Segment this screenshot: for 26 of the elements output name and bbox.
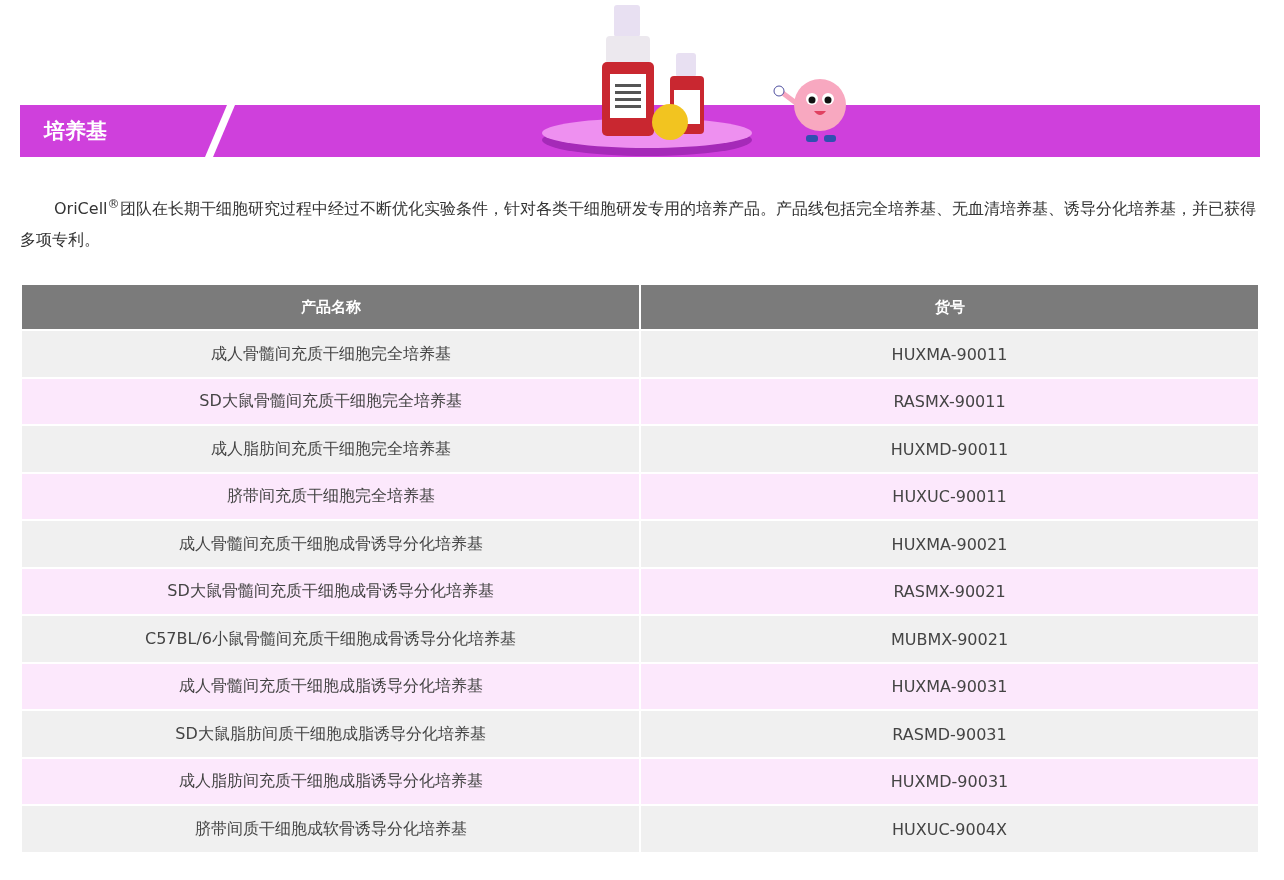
table-cell: RASMX-90011 xyxy=(641,378,1258,425)
table-cell: HUXMA-90021 xyxy=(641,521,1258,567)
table-cell: SD大鼠脂肪间质干细胞成脂诱导分化培养基 xyxy=(22,711,639,757)
table-cell: SD大鼠骨髓间充质干细胞完全培养基 xyxy=(22,378,639,425)
table-cell: HUXMA-90031 xyxy=(641,663,1258,710)
table-cell: 成人骨髓间充质干细胞成脂诱导分化培养基 xyxy=(22,663,639,710)
table-cell: HUXMD-90011 xyxy=(641,426,1258,472)
intro-paragraph: OriCell$^{®}$团队在长期干细胞研究过程中经过不断优化实验条件，针对各类干细胞研发专用的培养产品。产品线包括完全培养基、无血清培养基、诱导分化培养基，并已获得多项专利。 xyxy=(20,196,1257,252)
table-cell: RASMD-90031 xyxy=(641,711,1258,757)
column-header: 货号 xyxy=(641,285,1258,330)
table-cell: HUXUC-9004X xyxy=(641,806,1258,852)
table-cell: 成人脂肪间充质干细胞完全培养基 xyxy=(22,426,639,472)
section-title: 培养基 xyxy=(44,118,107,145)
table-cell: 成人骨髓间充质干细胞成骨诱导分化培养基 xyxy=(22,521,639,567)
table-cell: HUXMD-90031 xyxy=(641,758,1258,805)
column-header: 产品名称 xyxy=(22,285,639,330)
table-cell: 脐带间充质干细胞完全培养基 xyxy=(22,473,639,520)
table-cell: HUXMA-90011 xyxy=(641,331,1258,377)
table-cell: RASMX-90021 xyxy=(641,568,1258,615)
table-cell: SD大鼠骨髓间充质干细胞成骨诱导分化培养基 xyxy=(22,568,639,615)
table-cell: MUBMX-90021 xyxy=(641,616,1258,662)
table-cell: C57BL/6小鼠骨髓间充质干细胞成骨诱导分化培养基 xyxy=(22,616,639,662)
table-cell: HUXUC-90011 xyxy=(641,473,1258,520)
table-cell: 脐带间质干细胞成软骨诱导分化培养基 xyxy=(22,806,639,852)
table-cell: 成人骨髓间充质干细胞完全培养基 xyxy=(22,331,639,377)
table-cell: 成人脂肪间充质干细胞成脂诱导分化培养基 xyxy=(22,758,639,805)
